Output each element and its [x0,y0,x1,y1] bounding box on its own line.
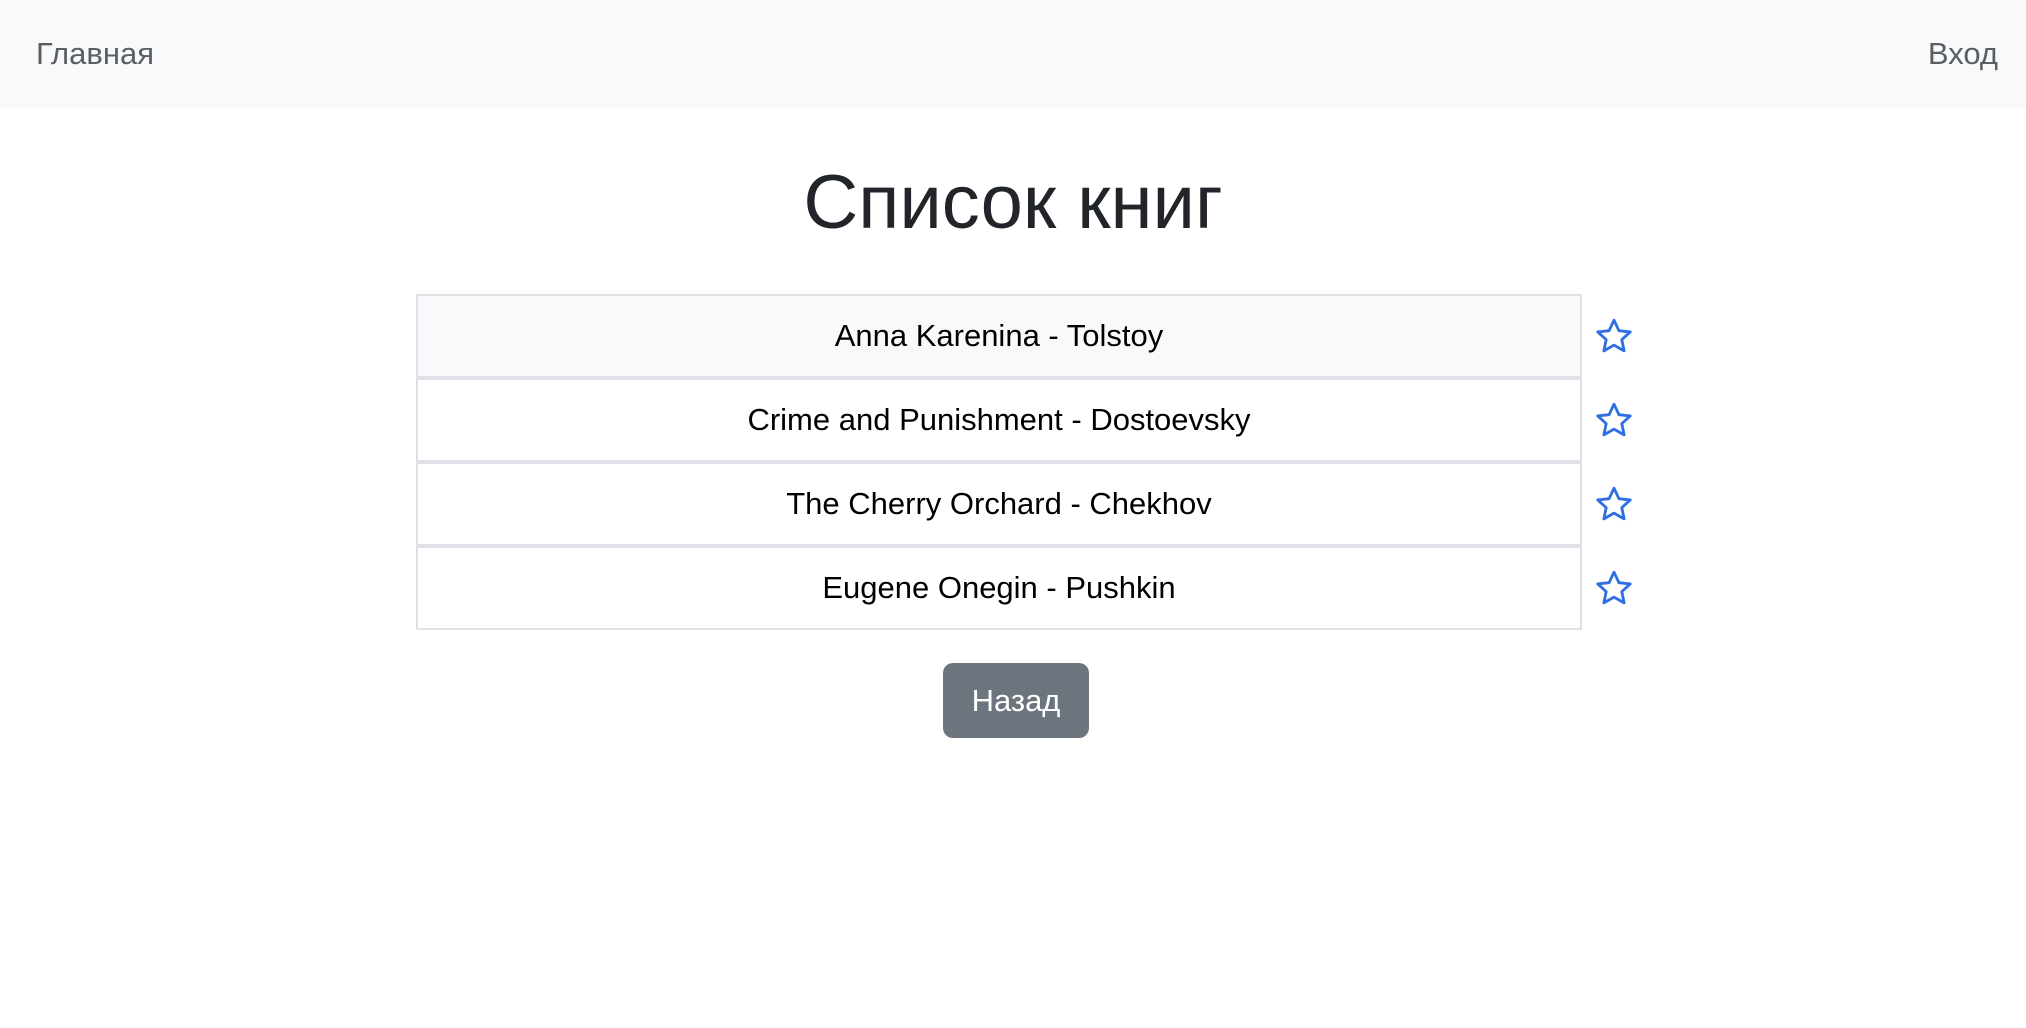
favorite-star-button[interactable] [1578,546,1650,630]
star-outline-icon [1596,570,1632,605]
book-row: Crime and Punishment - Dostoevsky [416,378,1632,462]
book-item[interactable]: Anna Karenina - Tolstoy [416,294,1582,378]
star-outline-icon [1596,318,1632,353]
favorite-star-button[interactable] [1578,378,1650,462]
star-outline-icon [1596,402,1632,437]
nav-home-link[interactable]: Главная [36,34,154,74]
favorite-star-button[interactable] [1578,462,1650,546]
book-row: Anna Karenina - Tolstoy [416,294,1632,378]
star-outline-icon [1596,486,1632,521]
nav-login-link[interactable]: Вход [1928,34,1998,74]
favorite-star-button[interactable] [1578,294,1650,378]
book-row: The Cherry Orchard - Chekhov [416,462,1632,546]
page-title: Список книг [803,160,1223,245]
back-button[interactable]: Назад [943,663,1089,738]
book-item[interactable]: Crime and Punishment - Dostoevsky [416,378,1582,462]
book-item[interactable]: Eugene Onegin - Pushkin [416,546,1582,630]
book-item[interactable]: The Cherry Orchard - Chekhov [416,462,1582,546]
book-row: Eugene Onegin - Pushkin [416,546,1632,630]
book-list: Anna Karenina - Tolstoy Crime and Punish… [416,294,1632,630]
top-navbar: Главная Вход [0,0,2026,108]
